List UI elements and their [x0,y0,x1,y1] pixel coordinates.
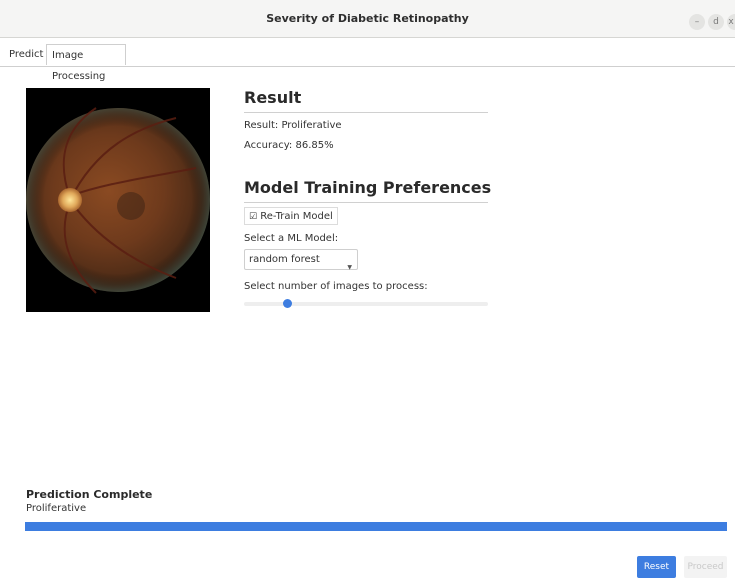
progress-bar-fill [25,522,727,531]
status-subtitle: Proliferative [26,503,87,514]
window-title: Severity of Diabetic Retinopathy [266,12,469,25]
retina-fundus-image [26,88,210,312]
tab-image-processing[interactable]: Image Processing [46,44,126,82]
checkbox-check-icon: ☑ [249,212,258,222]
result-heading: Result [244,88,302,107]
progress-bar [25,522,727,531]
result-divider [244,112,488,113]
images-slider-track[interactable] [244,302,488,306]
retrain-label: Re-Train Model [260,211,333,222]
retina-graphic [26,107,210,294]
tab-bar: Predict Image Processing [0,44,735,82]
retrain-checkbox[interactable]: ☑ Re-Train Model [244,207,338,225]
proceed-button[interactable]: Proceed [684,556,727,578]
preferences-divider [244,202,488,203]
title-bar: Severity of Diabetic Retinopathy – d x [0,0,735,38]
reset-button[interactable]: Reset [637,556,676,578]
maximize-button[interactable]: d [708,14,724,30]
images-slider-handle[interactable] [283,299,293,308]
tab-predict[interactable]: Predict [4,44,46,65]
chevron-down-icon: ▼ [347,264,352,271]
accuracy-value: Accuracy: 86.85% [244,140,334,151]
model-select-value: random forest [249,254,320,265]
images-prompt: Select number of images to process: [244,281,428,292]
close-button[interactable]: x [727,14,735,30]
result-value: Result: Proliferative [244,120,342,131]
model-select[interactable]: random forest ▼ [244,249,358,271]
preferences-heading: Model Training Preferences [244,178,492,197]
status-title: Prediction Complete [26,488,153,501]
model-prompt: Select a ML Model: [244,233,339,244]
minimize-button[interactable]: – [689,14,705,30]
